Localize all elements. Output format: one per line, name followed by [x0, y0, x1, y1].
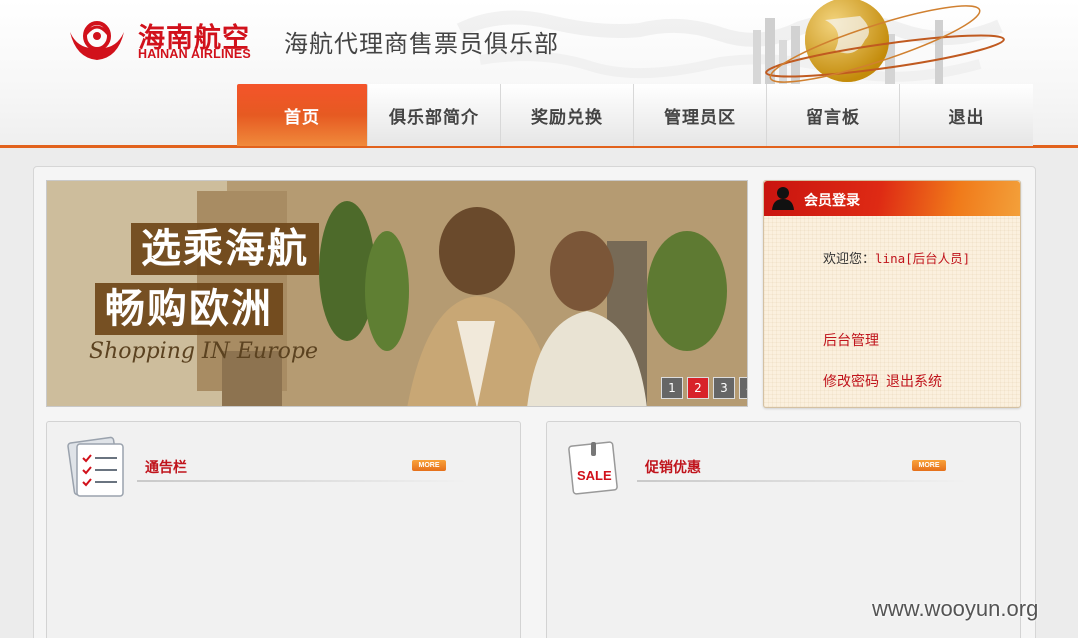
svg-text:SALE: SALE [577, 468, 612, 483]
banner-page-1[interactable]: 1 [661, 377, 683, 399]
logout-system-link[interactable]: 退出系统 [886, 371, 942, 391]
hainan-bird-icon [70, 21, 124, 60]
notice-divider [137, 480, 467, 482]
promotion-more-button[interactable]: MORE [912, 460, 946, 471]
change-password-link[interactable]: 修改密码 [823, 371, 879, 391]
user-silhouette-icon [772, 187, 794, 210]
banner-page-4[interactable]: 4 [739, 377, 747, 399]
notice-title: 通告栏 [145, 460, 187, 476]
nav-message-board[interactable]: 留言板 [767, 84, 900, 146]
notice-panel: 通告栏 MORE [46, 421, 521, 638]
promo-banner[interactable]: 选乘海航 畅购欧洲 Shopping IN Europe 1 2 3 4 5 [46, 180, 748, 407]
site-title: 海航代理商售票员俱乐部 [284, 30, 559, 58]
banner-headline-1: 选乘海航 [131, 223, 319, 275]
promotion-divider [637, 480, 967, 482]
banner-page-3[interactable]: 3 [713, 377, 735, 399]
nav-home[interactable]: 首页 [237, 84, 368, 146]
banner-subtitle: Shopping IN Europe [89, 339, 318, 364]
admin-manage-link[interactable]: 后台管理 [823, 330, 879, 350]
main-nav: 首页 俱乐部简介 奖励兑换 管理员区 留言板 退出 [237, 84, 1033, 146]
globe-skyline-art [753, 0, 1005, 86]
site-header: 海南航空 HAINAN AIRLINES 海航代理商售票员俱乐部 首页 俱乐部简… [0, 0, 1078, 148]
sale-tag-icon: SALE [568, 441, 618, 495]
logo-english-name: HAINAN AIRLINES [138, 47, 251, 61]
logged-in-user: lina[后台人员] [875, 251, 971, 266]
notice-more-button[interactable]: MORE [412, 460, 446, 471]
nav-rewards[interactable]: 奖励兑换 [501, 84, 634, 146]
hainan-logo[interactable]: 海南航空 HAINAN AIRLINES [68, 14, 258, 64]
nav-admin-area[interactable]: 管理员区 [634, 84, 767, 146]
welcome-prefix: 欢迎您： [823, 252, 876, 267]
login-header: 会员登录 [764, 181, 1020, 216]
welcome-text: 欢迎您：lina[后台人员] [823, 248, 970, 267]
nav-club-intro[interactable]: 俱乐部简介 [368, 84, 501, 146]
banner-headline-2: 畅购欧洲 [95, 283, 283, 335]
member-login-box: 会员登录 欢迎您：lina[后台人员] 后台管理 修改密码 退出系统 [763, 180, 1021, 408]
login-title: 会员登录 [804, 193, 860, 209]
checklist-icon [67, 436, 124, 497]
banner-page-2[interactable]: 2 [687, 377, 709, 399]
banner-pager: 1 2 3 4 5 [661, 377, 747, 399]
promotion-title: 促销优惠 [645, 460, 701, 476]
watermark-text: www.wooyun.org [872, 596, 1039, 621]
nav-logout[interactable]: 退出 [900, 84, 1033, 146]
